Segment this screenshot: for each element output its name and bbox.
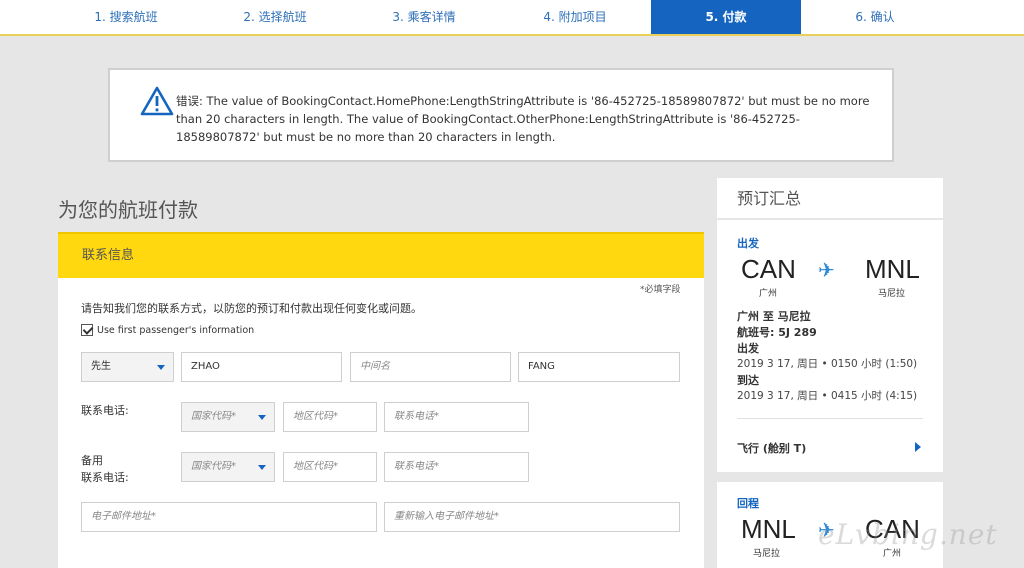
alt-country-code-placeholder: 国家代码* bbox=[191, 461, 236, 472]
depart-label: 出发 bbox=[737, 342, 759, 355]
alt-phone-label: 备用 联系电话: bbox=[81, 452, 129, 486]
checkbox-checked-icon[interactable] bbox=[81, 324, 93, 336]
step-payment: 5. 付款 bbox=[651, 0, 801, 34]
use-first-passenger-label: Use first passenger's information bbox=[97, 324, 255, 336]
use-first-passenger-checkbox[interactable]: Use first passenger's information bbox=[81, 324, 254, 336]
return-label: 回程 bbox=[737, 497, 759, 510]
phone-input[interactable]: 联系电话* bbox=[384, 402, 529, 432]
arrive-time: 2019 3 17, 周日 • 0415 小时 (4:15) bbox=[737, 390, 918, 402]
summary-divider bbox=[737, 418, 923, 419]
watermark: eLvbing.net bbox=[818, 518, 998, 551]
alt-country-code-select[interactable]: 国家代码* bbox=[181, 452, 275, 482]
phone-label: 联系电话: bbox=[81, 404, 129, 417]
warning-triangle-icon bbox=[140, 86, 174, 116]
alt-phone-label-line1: 备用 bbox=[81, 454, 103, 467]
alt-phone-label-line2: 联系电话: bbox=[81, 471, 129, 484]
title-select[interactable]: 先生 bbox=[81, 352, 174, 382]
alt-phone-input[interactable]: 联系电话* bbox=[384, 452, 529, 482]
fare-class-link[interactable]: 飞行 (舱别 T) bbox=[737, 440, 806, 456]
summary-heading: 预订汇总 bbox=[717, 178, 943, 220]
contact-info-panel: 联系信息 *必填字段 请告知我们您的联系方式，以防您的预订和付款出现任何变化或问… bbox=[58, 232, 704, 568]
return-from-code: MNL bbox=[741, 514, 796, 544]
title-select-value: 先生 bbox=[91, 361, 111, 372]
last-name-input[interactable]: FANG bbox=[518, 352, 680, 382]
chevron-down-icon bbox=[258, 465, 266, 470]
area-code-input[interactable]: 地区代码* bbox=[283, 402, 377, 432]
arrive-label: 到达 bbox=[737, 374, 759, 387]
contact-info-heading: 联系信息 bbox=[58, 232, 704, 278]
summary-section-gap bbox=[717, 472, 943, 482]
step-passenger-details[interactable]: 3. 乘客详情 bbox=[362, 0, 486, 34]
required-fields-note: *必填字段 bbox=[640, 285, 681, 295]
outbound-route: 广州 至 马尼拉 bbox=[737, 310, 811, 323]
outbound-to-city: 马尼拉 bbox=[878, 289, 906, 299]
error-text: 错误: The value of BookingContact.HomePhon… bbox=[176, 94, 870, 144]
country-code-placeholder: 国家代码* bbox=[191, 411, 236, 422]
page-title: 为您的航班付款 bbox=[58, 198, 198, 222]
step-search-flights[interactable]: 1. 搜索航班 bbox=[64, 0, 188, 34]
chevron-right-icon[interactable] bbox=[915, 442, 921, 452]
return-from-city: 马尼拉 bbox=[753, 549, 781, 559]
alt-area-code-input[interactable]: 地区代码* bbox=[283, 452, 377, 482]
airplane-icon: ✈ bbox=[818, 258, 835, 282]
step-confirmation: 6. 确认 bbox=[855, 10, 895, 24]
chevron-down-icon bbox=[258, 415, 266, 420]
booking-summary: 预订汇总 出发 CAN 广州 ✈ MNL 马尼拉 广州 至 马尼拉 航班号: 5… bbox=[717, 178, 943, 568]
middle-name-input[interactable]: 中间名 bbox=[350, 352, 511, 382]
outbound-flight-number: 航班号: 5J 289 bbox=[737, 326, 817, 339]
depart-time: 2019 3 17, 周日 • 0150 小时 (1:50) bbox=[737, 358, 918, 370]
step-add-ons[interactable]: 4. 附加项目 bbox=[513, 0, 637, 34]
email-input[interactable]: 电子邮件地址* bbox=[81, 502, 377, 532]
outbound-from-code: CAN bbox=[741, 254, 796, 284]
outbound-from-city: 广州 bbox=[759, 289, 778, 299]
country-code-select[interactable]: 国家代码* bbox=[181, 402, 275, 432]
outbound-to-code: MNL bbox=[865, 254, 920, 284]
chevron-down-icon bbox=[157, 365, 165, 370]
first-name-input[interactable]: ZHAO bbox=[181, 352, 342, 382]
step-select-flights[interactable]: 2. 选择航班 bbox=[213, 0, 337, 34]
contact-description: 请告知我们您的联系方式，以防您的预订和付款出现任何变化或问题。 bbox=[81, 302, 422, 315]
booking-steps: 1. 搜索航班 2. 选择航班 3. 乘客详情 4. 附加项目 5. 付款 6.… bbox=[0, 0, 1024, 36]
outbound-label: 出发 bbox=[737, 237, 759, 250]
email-confirm-input[interactable]: 重新输入电子邮件地址* bbox=[384, 502, 680, 532]
error-message-box: 错误: The value of BookingContact.HomePhon… bbox=[108, 68, 894, 162]
